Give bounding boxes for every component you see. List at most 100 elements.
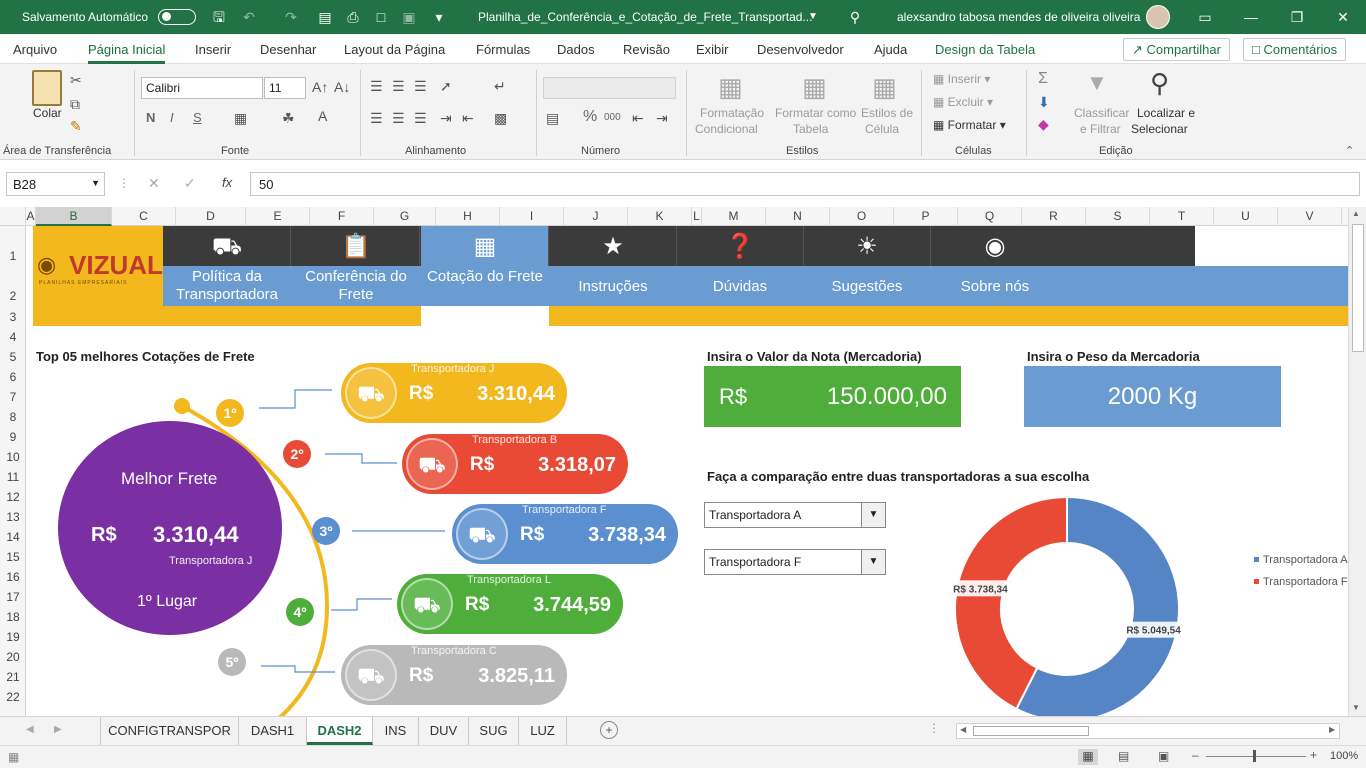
accounting-icon[interactable]: ▤ — [546, 110, 559, 127]
row-header-11[interactable]: 11 — [0, 470, 26, 484]
formula-input[interactable]: 50 — [250, 172, 1360, 196]
nav-tile-5[interactable]: ❓ Dúvidas — [676, 226, 804, 306]
carrier-a-dropdown-icon[interactable]: ▼ — [861, 503, 885, 527]
find-label-1[interactable]: Localizar e — [1137, 106, 1195, 120]
borders-icon[interactable]: ▦ — [234, 110, 247, 127]
increase-decimal-icon[interactable]: ⇤ — [632, 110, 644, 127]
search-icon[interactable]: ⚲ — [846, 8, 864, 26]
cut-icon[interactable]: ✂ — [70, 72, 82, 89]
column-header-n[interactable]: N — [766, 207, 830, 226]
hscroll-right-icon[interactable]: ▶ — [1329, 725, 1335, 734]
confirm-icon[interactable]: ✓ — [184, 175, 196, 192]
redo-icon[interactable]: ↷ — [282, 8, 300, 26]
page-break-view-icon[interactable]: ▣ — [1158, 749, 1169, 763]
column-header-j[interactable]: J — [564, 207, 628, 226]
share-button[interactable]: ↗ Compartilhar — [1123, 38, 1230, 61]
menu-layout[interactable]: Layout da Página — [344, 42, 445, 57]
column-header-k[interactable]: K — [628, 207, 692, 226]
tab-scroll-right-icon[interactable]: ▶ — [54, 724, 62, 735]
row-header-5[interactable]: 5 — [0, 350, 26, 364]
copy-icon[interactable]: ⧉ — [70, 96, 80, 113]
menu-formulas[interactable]: Fórmulas — [476, 42, 530, 57]
zoom-level[interactable]: 100% — [1330, 750, 1358, 762]
font-size-combo[interactable]: 11 — [264, 77, 306, 99]
row-header-9[interactable]: 9 — [0, 430, 26, 444]
row-header-18[interactable]: 18 — [0, 610, 26, 624]
conditional-format-icon[interactable]: ▦ — [718, 72, 743, 103]
align-bottom-icon[interactable]: ☰ — [414, 78, 427, 95]
align-center-icon[interactable]: ☰ — [392, 110, 405, 127]
nav-tile-6[interactable]: ☀ Sugestões — [803, 226, 931, 306]
format-table-icon[interactable]: ▦ — [802, 72, 827, 103]
sheet-tab-dash2[interactable]: DASH2 — [307, 717, 373, 745]
carrier-b-select[interactable]: Transportadora F ▼ — [704, 549, 886, 575]
menu-revisao[interactable]: Revisão — [623, 42, 670, 57]
column-header-f[interactable]: F — [310, 207, 374, 226]
save-icon[interactable]: 🖫 — [210, 8, 228, 26]
menu-dados[interactable]: Dados — [557, 42, 595, 57]
restore-icon[interactable]: ❐ — [1288, 8, 1306, 26]
fill-color-icon[interactable]: ☘ — [282, 110, 295, 127]
row-header-6[interactable]: 6 — [0, 370, 26, 384]
add-sheet-icon[interactable]: + — [600, 721, 618, 739]
comments-button[interactable]: □ Comentários — [1243, 38, 1347, 61]
macro-record-icon[interactable]: ▦ — [8, 750, 19, 764]
name-box[interactable]: B28 ▼ — [6, 172, 105, 196]
delete-cells-button[interactable]: ▦ Excluir ▾ — [933, 95, 993, 109]
horizontal-scrollbar[interactable]: ◀ ▶ — [956, 723, 1340, 739]
thousands-button[interactable]: 000 — [604, 112, 621, 123]
menu-desenvolvedor[interactable]: Desenvolvedor — [757, 42, 844, 57]
column-header-a[interactable]: A — [26, 207, 36, 226]
align-middle-icon[interactable]: ☰ — [392, 78, 405, 95]
column-header-i[interactable]: I — [500, 207, 564, 226]
column-header-o[interactable]: O — [830, 207, 894, 226]
indent-icon[interactable]: ⇥ — [440, 110, 452, 127]
wrap-text-icon[interactable]: ↵ — [494, 78, 506, 95]
zoom-slider[interactable] — [1206, 756, 1306, 757]
row-header-22[interactable]: 22 — [0, 690, 26, 704]
row-header-8[interactable]: 8 — [0, 410, 26, 424]
column-header-q[interactable]: Q — [958, 207, 1022, 226]
align-right-icon[interactable]: ☰ — [414, 110, 427, 127]
sheet-tab-dash1[interactable]: DASH1 — [239, 717, 307, 745]
column-header-r[interactable]: R — [1022, 207, 1086, 226]
menu-design-tabela[interactable]: Design da Tabela — [935, 42, 1035, 57]
nav-tile-4[interactable]: ★ Instruções — [549, 226, 677, 306]
column-header-b[interactable]: B — [36, 207, 112, 226]
close-icon[interactable]: ✕ — [1334, 8, 1352, 26]
outdent-icon[interactable]: ⇤ — [462, 110, 474, 127]
row-header-19[interactable]: 19 — [0, 630, 26, 644]
cond-format-label-2[interactable]: Condicional — [695, 122, 758, 136]
normal-view-icon[interactable]: ▦ — [1078, 749, 1098, 765]
row-header-4[interactable]: 4 — [0, 330, 26, 344]
comparison-donut-chart[interactable]: R$ 5.049,54 R$ 3.738,34 Transportadora A Tr… — [917, 481, 1348, 716]
zoom-in-icon[interactable]: + — [1310, 748, 1317, 762]
cond-format-label-1[interactable]: Formatação — [700, 106, 764, 120]
pdf-icon[interactable]: ▤ — [316, 8, 334, 26]
row-header-2[interactable]: 2 — [0, 289, 26, 303]
select-all-corner[interactable] — [0, 207, 26, 226]
row-header-20[interactable]: 20 — [0, 650, 26, 664]
vertical-scrollbar[interactable]: ▲ ▼ — [1348, 207, 1366, 716]
column-header-c[interactable]: C — [112, 207, 176, 226]
row-header-10[interactable]: 10 — [0, 450, 26, 464]
italic-button[interactable]: I — [170, 110, 174, 125]
number-format-combo[interactable] — [543, 77, 676, 99]
find-label-2[interactable]: Selecionar — [1131, 122, 1188, 136]
format-cells-button[interactable]: ▦ Formatar ▾ — [933, 118, 1006, 132]
avatar[interactable] — [1146, 5, 1170, 29]
format-table-label-2[interactable]: Tabela — [793, 122, 828, 136]
increase-font-icon[interactable]: A↑ — [312, 79, 328, 95]
print-preview-icon[interactable]: ⎙ — [344, 8, 362, 26]
row-header-7[interactable]: 7 — [0, 390, 26, 404]
font-name-combo[interactable]: Calibri — [141, 77, 263, 99]
decrease-font-icon[interactable]: A↓ — [334, 79, 350, 95]
row-header-14[interactable]: 14 — [0, 530, 26, 544]
merge-icon[interactable]: ▩ — [494, 110, 507, 127]
scroll-up-icon[interactable]: ▲ — [1352, 209, 1360, 218]
clear-icon[interactable]: ◆ — [1038, 116, 1049, 133]
row-header-1[interactable]: 1 — [0, 249, 26, 263]
new-file-icon[interactable]: □ — [372, 8, 390, 26]
cell-styles-label-2[interactable]: Célula — [865, 122, 899, 136]
column-header-v[interactable]: V — [1278, 207, 1342, 226]
